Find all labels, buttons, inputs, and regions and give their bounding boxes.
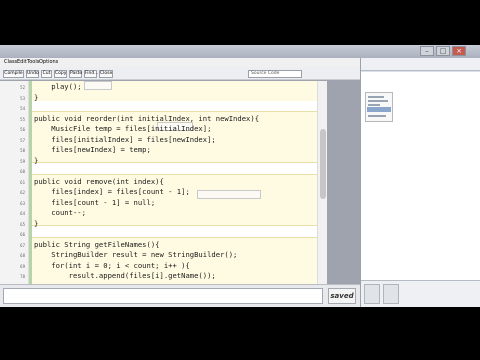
cut-button[interactable]: Cut	[41, 70, 52, 78]
view-selector[interactable]: Source Code	[248, 70, 302, 78]
paste-button[interactable]: Paste	[69, 70, 82, 78]
code-line: files[index] = files[count - 1];	[34, 187, 190, 196]
code-line: files[initialIndex] = files[newIndex];	[34, 135, 216, 144]
code-line: public void remove(int index){	[34, 177, 164, 186]
background-window[interactable]	[360, 58, 480, 307]
editor-toolbar: Compile Undo Cut Copy Paste Find... Clos…	[0, 67, 360, 80]
window-titlebar: – □ ×	[0, 45, 480, 58]
code-line: }	[34, 219, 39, 228]
code-line: result.append(files[i].getName());	[34, 271, 216, 280]
minimize-button[interactable]: –	[420, 46, 434, 56]
code-editor[interactable]: 52 53 54 55 56 57 58 59 60 61 62 63 64 6…	[0, 81, 327, 284]
background-window-content	[361, 72, 480, 280]
background-window-footer	[361, 280, 480, 307]
copy-button[interactable]: Copy	[54, 70, 67, 78]
code-line: for(int i = 0; i < count; i++ ){	[34, 261, 190, 270]
compile-button[interactable]: Compile	[3, 70, 24, 78]
code-line: count--;	[34, 208, 86, 217]
menu-options[interactable]: Options	[39, 58, 58, 67]
code-line: }	[34, 93, 39, 102]
line-number-gutter: 52 53 54 55 56 57 58 59 60 61 62 63 64 6…	[0, 81, 29, 284]
scrollbar-thumb[interactable]	[320, 129, 326, 199]
code-line: }	[34, 156, 39, 165]
code-area[interactable]: play(); } public void reorder(int initia…	[32, 81, 317, 284]
faded-popup	[197, 190, 261, 199]
code-line: play();	[34, 82, 82, 91]
code-line: MusicFile temp = files[initialIndex];	[34, 124, 212, 133]
undo-button[interactable]: Undo	[26, 70, 39, 78]
faded-popup	[84, 81, 112, 90]
code-line: public void reorder(int initialIndex, in…	[34, 114, 260, 123]
navigation-thumbnail[interactable]	[365, 92, 393, 122]
code-line: StringBuilder result = new StringBuilder…	[34, 250, 238, 259]
menu-bar: Class Edit Tools Options	[0, 58, 360, 67]
saved-status: saved	[328, 288, 356, 304]
thumbnail-selection	[367, 107, 391, 112]
close-button[interactable]: Close	[99, 70, 113, 78]
screen: – □ × Class Edit Tools Options Compile U…	[0, 45, 480, 307]
find-button[interactable]: Find...	[84, 70, 99, 78]
footer-pane	[383, 284, 399, 304]
menu-edit[interactable]: Edit	[17, 58, 27, 67]
maximize-button[interactable]: □	[436, 46, 450, 56]
code-line: files[count - 1] = null;	[34, 198, 156, 207]
close-window-button[interactable]: ×	[452, 46, 466, 56]
code-line: public String getFileNames(){	[34, 240, 160, 249]
footer-pane	[364, 284, 380, 304]
vertical-scrollbar[interactable]	[317, 81, 327, 284]
bottom-panel: saved	[0, 284, 360, 307]
message-area[interactable]	[3, 288, 323, 304]
menu-tools[interactable]: Tools	[27, 58, 39, 67]
menu-class[interactable]: Class	[4, 58, 17, 67]
background-window-toolbar	[361, 58, 480, 71]
code-line: files[newIndex] = temp;	[34, 145, 151, 154]
